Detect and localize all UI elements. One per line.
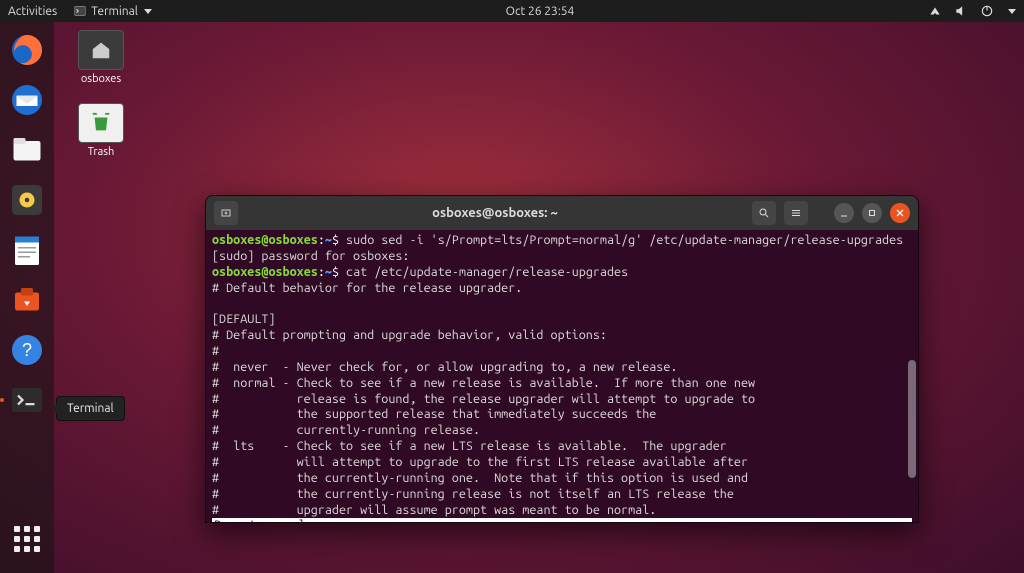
- prompt-user: osboxes: [212, 233, 261, 247]
- terminal-cmd1: sudo sed -i 's/Prompt=lts/Prompt=normal/…: [346, 233, 903, 247]
- trash-icon: [90, 112, 112, 134]
- dock-firefox[interactable]: [7, 30, 47, 70]
- dock-tooltip: Terminal: [56, 396, 125, 421]
- dock-libreoffice-writer[interactable]: [7, 230, 47, 270]
- terminal-output-line: # lts - Check to see if a new LTS releas…: [212, 439, 727, 453]
- terminal-window: osboxes@osboxes: ~ osboxes@osboxes:~$ su…: [205, 195, 919, 523]
- svg-text:?: ?: [22, 340, 32, 360]
- terminal-cmd2: cat /etc/update-manager/release-upgrades: [346, 265, 628, 279]
- help-icon: ?: [9, 332, 45, 368]
- prompt-path: ~: [325, 233, 332, 247]
- apps-grid-icon: [14, 526, 40, 552]
- app-menu[interactable]: Terminal: [73, 4, 152, 18]
- terminal-titlebar[interactable]: osboxes@osboxes: ~: [206, 196, 918, 230]
- terminal-output-line: #: [212, 344, 219, 358]
- terminal-output-line: [sudo] password for osboxes:: [212, 249, 409, 263]
- terminal-highlighted-line: Prompt=normal: [212, 518, 912, 522]
- desktop-trash[interactable]: Trash: [66, 103, 136, 158]
- terminal-output-line: # upgrader will assume prompt was meant …: [212, 503, 656, 517]
- rhythmbox-icon: [9, 182, 45, 218]
- window-minimize-button[interactable]: [834, 203, 854, 223]
- files-icon: [9, 132, 45, 168]
- hamburger-icon: [790, 207, 802, 219]
- dock-tooltip-label: Terminal: [67, 402, 114, 415]
- chevron-down-icon: [1008, 9, 1016, 14]
- dock-ubuntu-software[interactable]: [7, 280, 47, 320]
- terminal-menu-icon: [73, 4, 87, 18]
- terminal-output-line: # the currently-running one. Note that i…: [212, 471, 748, 485]
- dock-files[interactable]: [7, 130, 47, 170]
- terminal-output-line: # release is found, the release upgrader…: [212, 392, 755, 406]
- clock-label: Oct 26 23:54: [506, 5, 575, 18]
- clock[interactable]: Oct 26 23:54: [506, 5, 575, 18]
- terminal-body[interactable]: osboxes@osboxes:~$ sudo sed -i 's/Prompt…: [206, 230, 918, 522]
- window-close-button[interactable]: [890, 203, 910, 223]
- thunderbird-icon: [9, 82, 45, 118]
- ubuntu-software-icon: [9, 282, 45, 318]
- desktop-home-label: osboxes: [66, 73, 136, 85]
- new-tab-button[interactable]: [214, 201, 238, 225]
- gnome-topbar: Activities Terminal Oct 26 23:54: [0, 0, 1024, 22]
- prompt-host: osboxes: [268, 265, 317, 279]
- volume-icon: [954, 4, 968, 18]
- desktop-icons: osboxes Trash: [66, 30, 136, 158]
- desktop-trash-label: Trash: [66, 146, 136, 158]
- terminal-menu-button[interactable]: [784, 201, 808, 225]
- dock-terminal[interactable]: [7, 380, 47, 420]
- terminal-output-line: # will attempt to upgrade to the first L…: [212, 455, 748, 469]
- terminal-output-line: # Default behavior for the release upgra…: [212, 281, 522, 295]
- prompt-host: osboxes: [268, 233, 317, 247]
- terminal-output-line: # never - Never check for, or allow upgr…: [212, 360, 677, 374]
- terminal-output-line: [DEFAULT]: [212, 312, 275, 326]
- network-icon: [928, 4, 942, 18]
- close-icon: [894, 207, 906, 219]
- writer-icon: [9, 232, 45, 268]
- dock-help[interactable]: ?: [7, 330, 47, 370]
- search-icon: [758, 207, 770, 219]
- terminal-output-line: # Default prompting and upgrade behavior…: [212, 328, 607, 342]
- app-menu-label: Terminal: [91, 5, 138, 18]
- home-icon: [90, 39, 112, 61]
- window-maximize-button[interactable]: [862, 203, 882, 223]
- power-icon: [980, 4, 994, 18]
- firefox-icon: [9, 32, 45, 68]
- dock-show-apps[interactable]: [7, 519, 47, 559]
- chevron-down-icon: [144, 9, 152, 14]
- dock-rhythmbox[interactable]: [7, 180, 47, 220]
- terminal-output-line: # normal - Check to see if a new release…: [212, 376, 755, 390]
- terminal-output-line: # currently-running release.: [212, 423, 480, 437]
- activities-button[interactable]: Activities: [8, 5, 57, 18]
- desktop-home-folder[interactable]: osboxes: [66, 30, 136, 85]
- terminal-icon: [9, 382, 45, 418]
- minimize-icon: [838, 207, 850, 219]
- system-status-area[interactable]: [928, 4, 1016, 18]
- activities-label: Activities: [8, 5, 57, 18]
- prompt-user: osboxes: [212, 265, 261, 279]
- prompt-path: ~: [325, 265, 332, 279]
- maximize-icon: [866, 207, 878, 219]
- dock-thunderbird[interactable]: [7, 80, 47, 120]
- terminal-output-line: # the supported release that immediately…: [212, 407, 656, 421]
- ubuntu-dock: ?: [0, 22, 54, 573]
- terminal-title: osboxes@osboxes: ~: [246, 206, 744, 220]
- new-tab-icon: [220, 207, 232, 219]
- terminal-output-line: # the currently-running release is not i…: [212, 487, 734, 501]
- terminal-search-button[interactable]: [752, 201, 776, 225]
